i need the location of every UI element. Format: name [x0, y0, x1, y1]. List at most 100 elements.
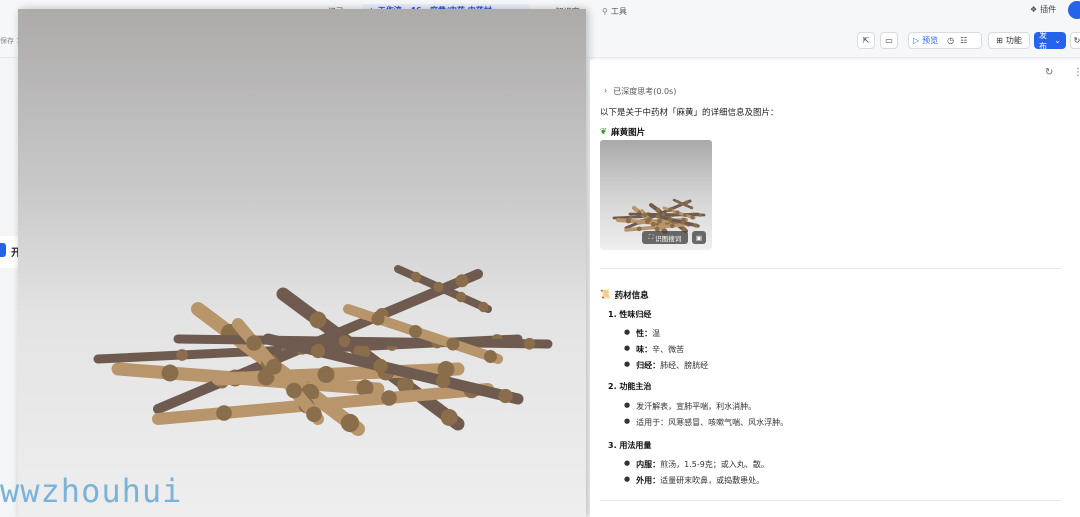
herb-node [668, 217, 673, 222]
list-item: ● 外用：适量研末吹鼻，或捣敷患处。 [624, 475, 765, 485]
image-options-button[interactable]: ▣ [692, 231, 706, 244]
herb-node [317, 366, 335, 383]
scroll-icon: 📜 [600, 290, 611, 300]
herb-node [455, 274, 469, 288]
herb-node [310, 343, 326, 359]
herb-node [636, 226, 642, 232]
herb-node [409, 325, 422, 338]
list-item: ● 发汗解表，宣肺平喘，利水消肿。 [624, 401, 757, 411]
herb-node [629, 215, 633, 219]
image-search-button[interactable]: ⛶ 识图搜词 [642, 231, 688, 244]
herb-node [266, 358, 282, 375]
chat-panel: ↻ ⋮ › 已深度思考(0.0s) 以下是关于中药材「麻黄」的详细信息及图片： … [590, 60, 1080, 517]
herb-node [340, 413, 360, 433]
herb-node [650, 221, 656, 227]
herb-node [657, 218, 663, 224]
herb-node [373, 358, 388, 374]
leaf-icon: ❦ [600, 127, 608, 137]
herb-node [309, 311, 327, 329]
herb-node [625, 218, 631, 224]
herb-node [246, 335, 262, 351]
chevron-down-icon: ⌄ [1054, 36, 1061, 45]
refresh-icon[interactable]: ↻ [1045, 67, 1053, 78]
herb-node [661, 212, 666, 217]
image-search-label: 识图搜词 [655, 234, 682, 243]
herb-node [381, 390, 397, 406]
history-icon: ↻ [1073, 36, 1080, 45]
watermark: wwzhouhui [0, 472, 183, 510]
herb-node [642, 212, 648, 218]
layout-icon: ▭ [885, 36, 893, 45]
herb-node [685, 204, 689, 208]
history-button[interactable]: ↻ [1070, 32, 1080, 49]
herb-node [676, 200, 680, 204]
herb-node [216, 405, 232, 421]
export-button[interactable]: ⇱ [857, 32, 875, 49]
node-badge [0, 243, 6, 257]
image-preview-overlay[interactable] [18, 9, 586, 517]
herb-node [446, 337, 460, 351]
herb-node [655, 207, 661, 213]
info-section-title: 📜 药材信息 [600, 289, 649, 301]
plugin-button[interactable]: ❖ 插件 [1030, 4, 1056, 15]
herb-node [161, 364, 179, 382]
ephedra-thumbnail[interactable]: ⛶ 识图搜词 ▣ [600, 140, 712, 250]
image-section-title: ❦ 麻黄图片 [600, 126, 645, 138]
list-icon[interactable]: ☷ [960, 36, 967, 45]
preview-group: ▷ 预览 ◷ ☷ [908, 32, 982, 49]
tab-tools[interactable]: ⚲ 工具 [602, 4, 627, 18]
list-item: ● 适用于：风寒感冒、咳嗽气喘、风水浮肿。 [624, 417, 789, 427]
list-item: ● 性：温 [624, 328, 661, 338]
herb-node [668, 208, 672, 212]
herb-stick [628, 212, 706, 217]
section-title-function: 2. 功能主治 [608, 382, 652, 391]
ephedra-sticks-small [612, 198, 706, 235]
herb-node [484, 350, 497, 363]
panel-collapse-icon[interactable]: ⋮ [1073, 67, 1080, 78]
tab-label: 工具 [610, 6, 627, 16]
thinking-label: 已深度思考(0.0s) [613, 87, 677, 96]
herb-node [655, 214, 661, 219]
plugin-icon: ❖ [1030, 5, 1038, 14]
herb-node [498, 388, 513, 404]
list-item: ● 味：辛、微苦 [624, 344, 685, 354]
list-item: ● 内服：煎汤，1.5-9克；或入丸、散。 [624, 459, 769, 469]
answer-intro: 以下是关于中药材「麻黄」的详细信息及图片： [600, 108, 779, 118]
function-button[interactable]: ⊞ 功能 [988, 32, 1030, 49]
thinking-toggle[interactable]: › 已深度思考(0.0s) [604, 86, 676, 97]
scan-icon: ⛶ [648, 233, 654, 241]
herb-node [693, 223, 698, 228]
herb-node [306, 406, 322, 423]
play-icon[interactable]: ▷ [913, 36, 919, 45]
herb-node [286, 382, 302, 399]
divider [600, 500, 1062, 501]
ephedra-sticks [93, 265, 553, 436]
herb-node [410, 271, 422, 283]
ephedra-photo [93, 265, 553, 436]
list-item: ● 归经：肺经、膀胱经 [624, 360, 709, 370]
tools-icon: ⚲ [602, 6, 608, 16]
herb-node [675, 210, 680, 215]
herb-node [176, 349, 188, 361]
herb-node [669, 223, 675, 229]
herb-node [455, 291, 467, 303]
image-section-label: 麻黄图片 [611, 128, 646, 138]
image-icon: ▣ [695, 233, 703, 242]
layout-button[interactable]: ▭ [880, 32, 898, 49]
plugin-label: 插件 [1040, 5, 1057, 14]
herb-node [523, 337, 536, 350]
publish-label: 发布 [1039, 30, 1047, 51]
divider [600, 268, 1062, 269]
info-section-label: 药材信息 [614, 291, 649, 301]
preview-label[interactable]: 预览 [922, 35, 938, 46]
herb-node [683, 213, 687, 217]
herb-stick [173, 334, 553, 349]
clock-icon[interactable]: ◷ [947, 36, 954, 45]
section-title-nature: 1. 性味归经 [608, 310, 652, 319]
herb-node [680, 202, 684, 206]
avatar[interactable] [1068, 1, 1080, 19]
herb-node [371, 312, 385, 326]
herb-node [689, 206, 693, 210]
publish-button[interactable]: 发布 ⌄ [1034, 30, 1066, 51]
chevron-right-icon: › [604, 86, 608, 95]
